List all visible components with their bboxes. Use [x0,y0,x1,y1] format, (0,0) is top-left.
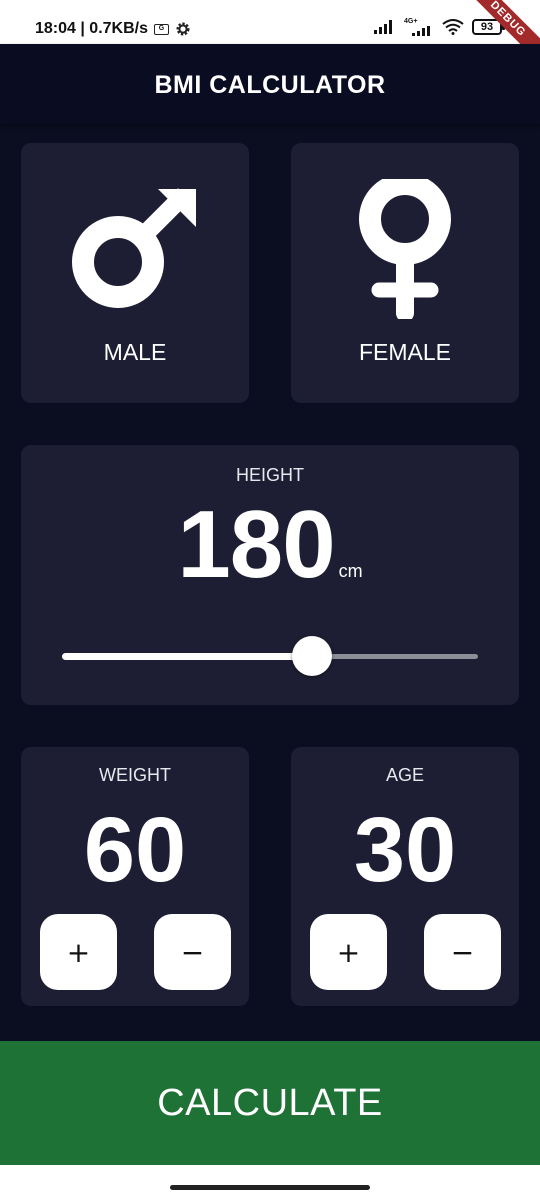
height-slider[interactable] [62,636,478,676]
signal-icon [374,20,392,34]
signal-2-icon [412,26,430,36]
height-value-row: 180 cm [21,497,519,593]
calculate-label: CALCULATE [157,1081,383,1124]
weight-value: 60 [83,799,187,901]
minus-icon: − [180,935,205,969]
navigation-bar [0,1165,540,1200]
slider-fill [62,653,312,660]
height-label: HEIGHT [235,465,304,485]
status-left: 18:04 | 0.7KB/s G [35,20,191,38]
notification-icon: G [153,23,169,35]
weight-minus-button[interactable]: − [154,914,231,990]
male-symbol-icon [72,188,196,308]
status-right: 4G+ 93 [374,18,505,36]
male-label: MALE [103,339,167,365]
plus-icon: + [336,935,361,969]
minus-icon: − [450,935,475,969]
height-card: HEIGHT 180 cm [21,445,519,705]
plus-icon: + [66,935,91,969]
age-card: AGE 30 + − [291,747,519,1006]
status-time-speed: 18:04 | 0.7KB/s [35,20,148,37]
settings-gear-icon [176,22,190,36]
network-indicator: 4G+ [404,18,434,36]
battery-level: 93 [480,21,494,33]
slider-thumb[interactable] [292,636,332,676]
female-label: FEMALE [358,339,452,365]
height-unit: cm [338,561,363,581]
weight-label: WEIGHT [99,765,171,785]
female-card[interactable]: FEMALE [291,143,519,403]
app-bar: BMI CALCULATOR [0,44,540,124]
home-indicator[interactable] [170,1185,370,1190]
wifi-icon [442,19,464,35]
age-label: AGE [385,765,424,785]
female-symbol-icon [359,179,451,319]
age-minus-button[interactable]: − [424,914,501,990]
weight-card: WEIGHT 60 + − [21,747,249,1006]
male-card[interactable]: MALE [21,143,249,403]
height-value: 180 [177,491,335,598]
weight-plus-button[interactable]: + [40,914,117,990]
age-plus-button[interactable]: + [310,914,387,990]
app-title: BMI CALCULATOR [154,70,386,99]
network-type-label: 4G+ [404,18,418,25]
age-value: 30 [353,799,457,901]
calculate-button[interactable]: CALCULATE [0,1041,540,1165]
